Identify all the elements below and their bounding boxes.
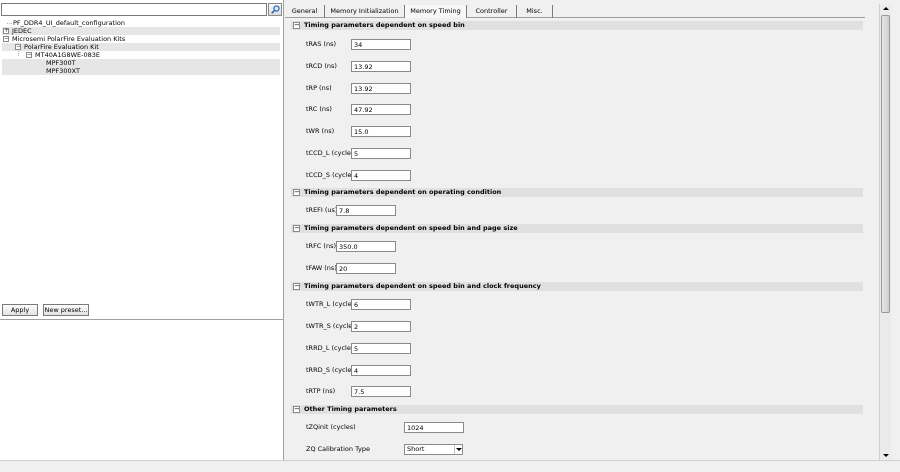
collapse-icon[interactable]: − <box>293 22 300 29</box>
field-label-tccd-l: tCCD_L (cycles) <box>306 149 357 157</box>
tfaw-input[interactable] <box>336 263 396 274</box>
field-label-zq-calibration-type: ZQ Calibration Type <box>306 445 370 453</box>
collapse-icon[interactable]: − <box>293 225 300 232</box>
preset-panel: PF_DDR4_UI_default_configuration + JEDEC… <box>0 0 284 472</box>
vertical-scrollbar[interactable] <box>879 4 891 460</box>
collapse-icon[interactable]: − <box>15 44 21 50</box>
tree-item-label: PolarFire Evaluation Kit <box>24 43 99 51</box>
collapse-icon[interactable]: − <box>293 189 300 196</box>
bottom-bar <box>0 460 900 472</box>
tzqinit-input[interactable] <box>404 422 464 433</box>
section-title: Timing parameters dependent on speed bin <box>304 21 465 29</box>
section-speed-bin[interactable]: − Timing parameters dependent on speed b… <box>291 21 863 30</box>
configuration-panel: General Memory Initialization Memory Tim… <box>285 0 900 472</box>
field-label-trrd-l: tRRD_L (cycles) <box>306 344 357 352</box>
field-label-trfc: tRFC (ns) <box>306 242 336 250</box>
tras-input[interactable] <box>351 39 411 50</box>
field-label-trc: tRC (ns) <box>306 105 332 113</box>
field-label-twr: tWR (ns) <box>306 127 335 135</box>
trcd-input[interactable] <box>351 61 411 72</box>
tccd-l-input[interactable] <box>351 148 411 159</box>
field-label-trrd-s: tRRD_S (cycles) <box>306 366 358 374</box>
tree-item-polarfire-kit[interactable]: − PolarFire Evaluation Kit <box>2 43 280 51</box>
section-other-timing[interactable]: − Other Timing parameters <box>291 405 863 414</box>
twr-input[interactable] <box>351 126 411 137</box>
collapse-icon[interactable]: − <box>3 36 9 42</box>
section-title: Other Timing parameters <box>304 405 397 413</box>
section-title: Timing parameters dependent on speed bin… <box>304 282 541 290</box>
preset-tree: PF_DDR4_UI_default_configuration + JEDEC… <box>0 19 282 299</box>
tccd-s-input[interactable] <box>351 170 411 181</box>
field-label-trtp: tRTP (ns) <box>306 387 336 395</box>
preset-buttons: Apply New preset... <box>0 304 284 318</box>
collapse-icon[interactable]: − <box>293 283 300 290</box>
field-label-tfaw: tFAW (ns) <box>306 264 337 272</box>
scroll-down-icon[interactable] <box>880 450 891 460</box>
tree-item-label: JEDEC <box>12 27 32 35</box>
tab-misc[interactable]: Misc. <box>517 5 553 18</box>
memory-timing-form: − Timing parameters dependent on speed b… <box>289 20 865 460</box>
trefi-input[interactable] <box>336 205 396 216</box>
search-button[interactable] <box>268 3 282 16</box>
apply-button[interactable]: Apply <box>2 304 38 316</box>
trp-input[interactable] <box>351 83 411 94</box>
tree-item-mpf300xt[interactable]: MPF300XT <box>2 67 280 75</box>
trtp-input[interactable] <box>351 386 411 397</box>
trrd-l-input[interactable] <box>351 343 411 354</box>
tree-item-label: MPF300XT <box>46 67 80 75</box>
section-title: Timing parameters dependent on operating… <box>304 188 502 196</box>
expand-icon[interactable]: + <box>3 28 9 34</box>
field-label-twtr-l: tWTR_L (cycles) <box>306 300 358 308</box>
twtr-s-input[interactable] <box>351 321 411 332</box>
section-clock-frequency[interactable]: − Timing parameters dependent on speed b… <box>291 282 863 291</box>
zq-calibration-type-select[interactable]: Short <box>404 444 463 455</box>
tree-item-label: Microsemi PolarFire Evaluation Kits <box>12 35 126 43</box>
section-page-size[interactable]: − Timing parameters dependent on speed b… <box>291 224 863 233</box>
tab-memory-initialization[interactable]: Memory Initialization <box>325 5 405 18</box>
tab-controller[interactable]: Controller <box>467 5 517 18</box>
section-operating-condition[interactable]: − Timing parameters dependent on operati… <box>291 188 863 197</box>
collapse-icon[interactable]: − <box>26 52 32 58</box>
tree-item-label: MT40A1G8WE-083E <box>35 51 100 59</box>
field-label-trp: tRP (ns) <box>306 84 332 92</box>
tab-memory-timing[interactable]: Memory Timing <box>405 5 467 18</box>
select-value: Short <box>407 445 425 453</box>
preset-details-panel <box>0 319 283 459</box>
tab-general[interactable]: General <box>285 5 325 18</box>
field-label-trefi: tREFI (us) <box>306 206 338 214</box>
tree-item-jedec[interactable]: + JEDEC <box>2 27 280 35</box>
search-input[interactable] <box>1 3 267 16</box>
trfc-input[interactable] <box>336 241 396 252</box>
tab-strip: General Memory Initialization Memory Tim… <box>285 4 865 18</box>
tree-item-label: MPF300T <box>46 59 76 67</box>
scroll-thumb[interactable] <box>881 15 890 313</box>
scroll-up-icon[interactable] <box>880 4 891 14</box>
tree-item-default-config[interactable]: PF_DDR4_UI_default_configuration <box>2 19 280 27</box>
new-preset-button[interactable]: New preset... <box>43 304 89 316</box>
field-label-tzqinit: tZQinit (cycles) <box>306 423 356 431</box>
field-label-tccd-s: tCCD_S (cycles) <box>306 171 358 179</box>
section-title: Timing parameters dependent on speed bin… <box>304 224 518 232</box>
chevron-down-icon <box>454 445 462 454</box>
search-row <box>0 3 284 17</box>
field-label-tras: tRAS (ns) <box>306 40 337 48</box>
twtr-l-input[interactable] <box>351 299 411 310</box>
tree-item-mpf300t[interactable]: MPF300T <box>2 59 280 67</box>
trrd-s-input[interactable] <box>351 365 411 376</box>
trc-input[interactable] <box>351 104 411 115</box>
field-label-trcd: tRCD (ns) <box>306 62 337 70</box>
tree-item-microsemi-kits[interactable]: − Microsemi PolarFire Evaluation Kits <box>2 35 280 43</box>
tree-item-label: PF_DDR4_UI_default_configuration <box>13 19 125 27</box>
collapse-icon[interactable]: − <box>293 406 300 413</box>
tree-item-mt40a1g8we[interactable]: − MT40A1G8WE-083E <box>2 51 280 59</box>
